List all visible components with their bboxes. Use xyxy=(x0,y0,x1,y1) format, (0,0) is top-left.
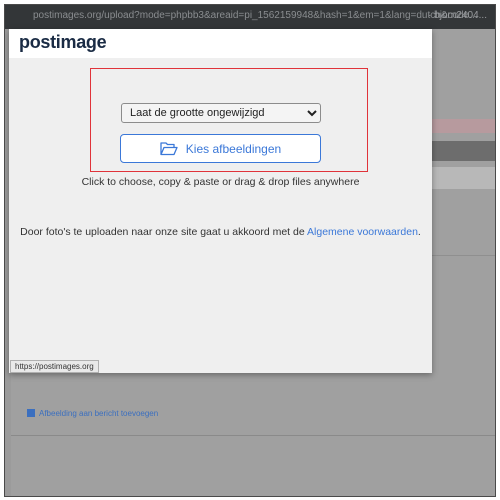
upload-hint: Click to choose, copy & paste or drag & … xyxy=(81,176,360,188)
upload-modal: postimage Laat de grootte ongewijzigd Ki… xyxy=(9,29,432,373)
background-alert-strip xyxy=(431,119,495,133)
terms-link[interactable]: Algemene voorwaarden xyxy=(307,226,418,238)
background-divider-bottom xyxy=(11,435,495,436)
url-text[interactable]: postimages.org/upload?mode=phpbb3&areaid… xyxy=(33,10,478,21)
choose-images-label: Kies afbeeldingen xyxy=(185,141,282,156)
background-divider xyxy=(431,255,495,256)
add-image-to-post-link[interactable]: Afbeelding aan bericht toevoegen xyxy=(27,409,158,418)
terms-suffix: . xyxy=(417,226,421,238)
modal-header: postimage xyxy=(9,29,432,58)
choose-images-button[interactable]: Kies afbeeldingen xyxy=(120,134,321,163)
add-image-to-post-label: Afbeelding aan bericht toevoegen xyxy=(39,409,159,418)
tab-title[interactable]: · bjorn2404... xyxy=(428,10,487,21)
terms-prefix: Door foto's te uploaden naar onze site g… xyxy=(20,226,308,238)
postimage-logo[interactable]: postimage xyxy=(19,32,107,53)
address-bar[interactable]: postimages.org/upload?mode=phpbb3&areaid… xyxy=(5,5,495,29)
status-url-tooltip: https://postimages.org xyxy=(10,360,99,373)
background-toolbar-strip xyxy=(431,141,495,161)
resize-select[interactable]: Laat de grootte ongewijzigd xyxy=(121,103,321,123)
background-content-strip xyxy=(431,167,495,189)
folder-open-icon xyxy=(160,141,178,156)
modal-body: Laat de grootte ongewijzigd Kies afbeeld… xyxy=(9,58,432,373)
terms-text: Door foto's te uploaden naar onze site g… xyxy=(9,226,432,238)
image-icon xyxy=(27,409,35,417)
browser-frame: postimages.org/upload?mode=phpbb3&areaid… xyxy=(4,4,496,497)
